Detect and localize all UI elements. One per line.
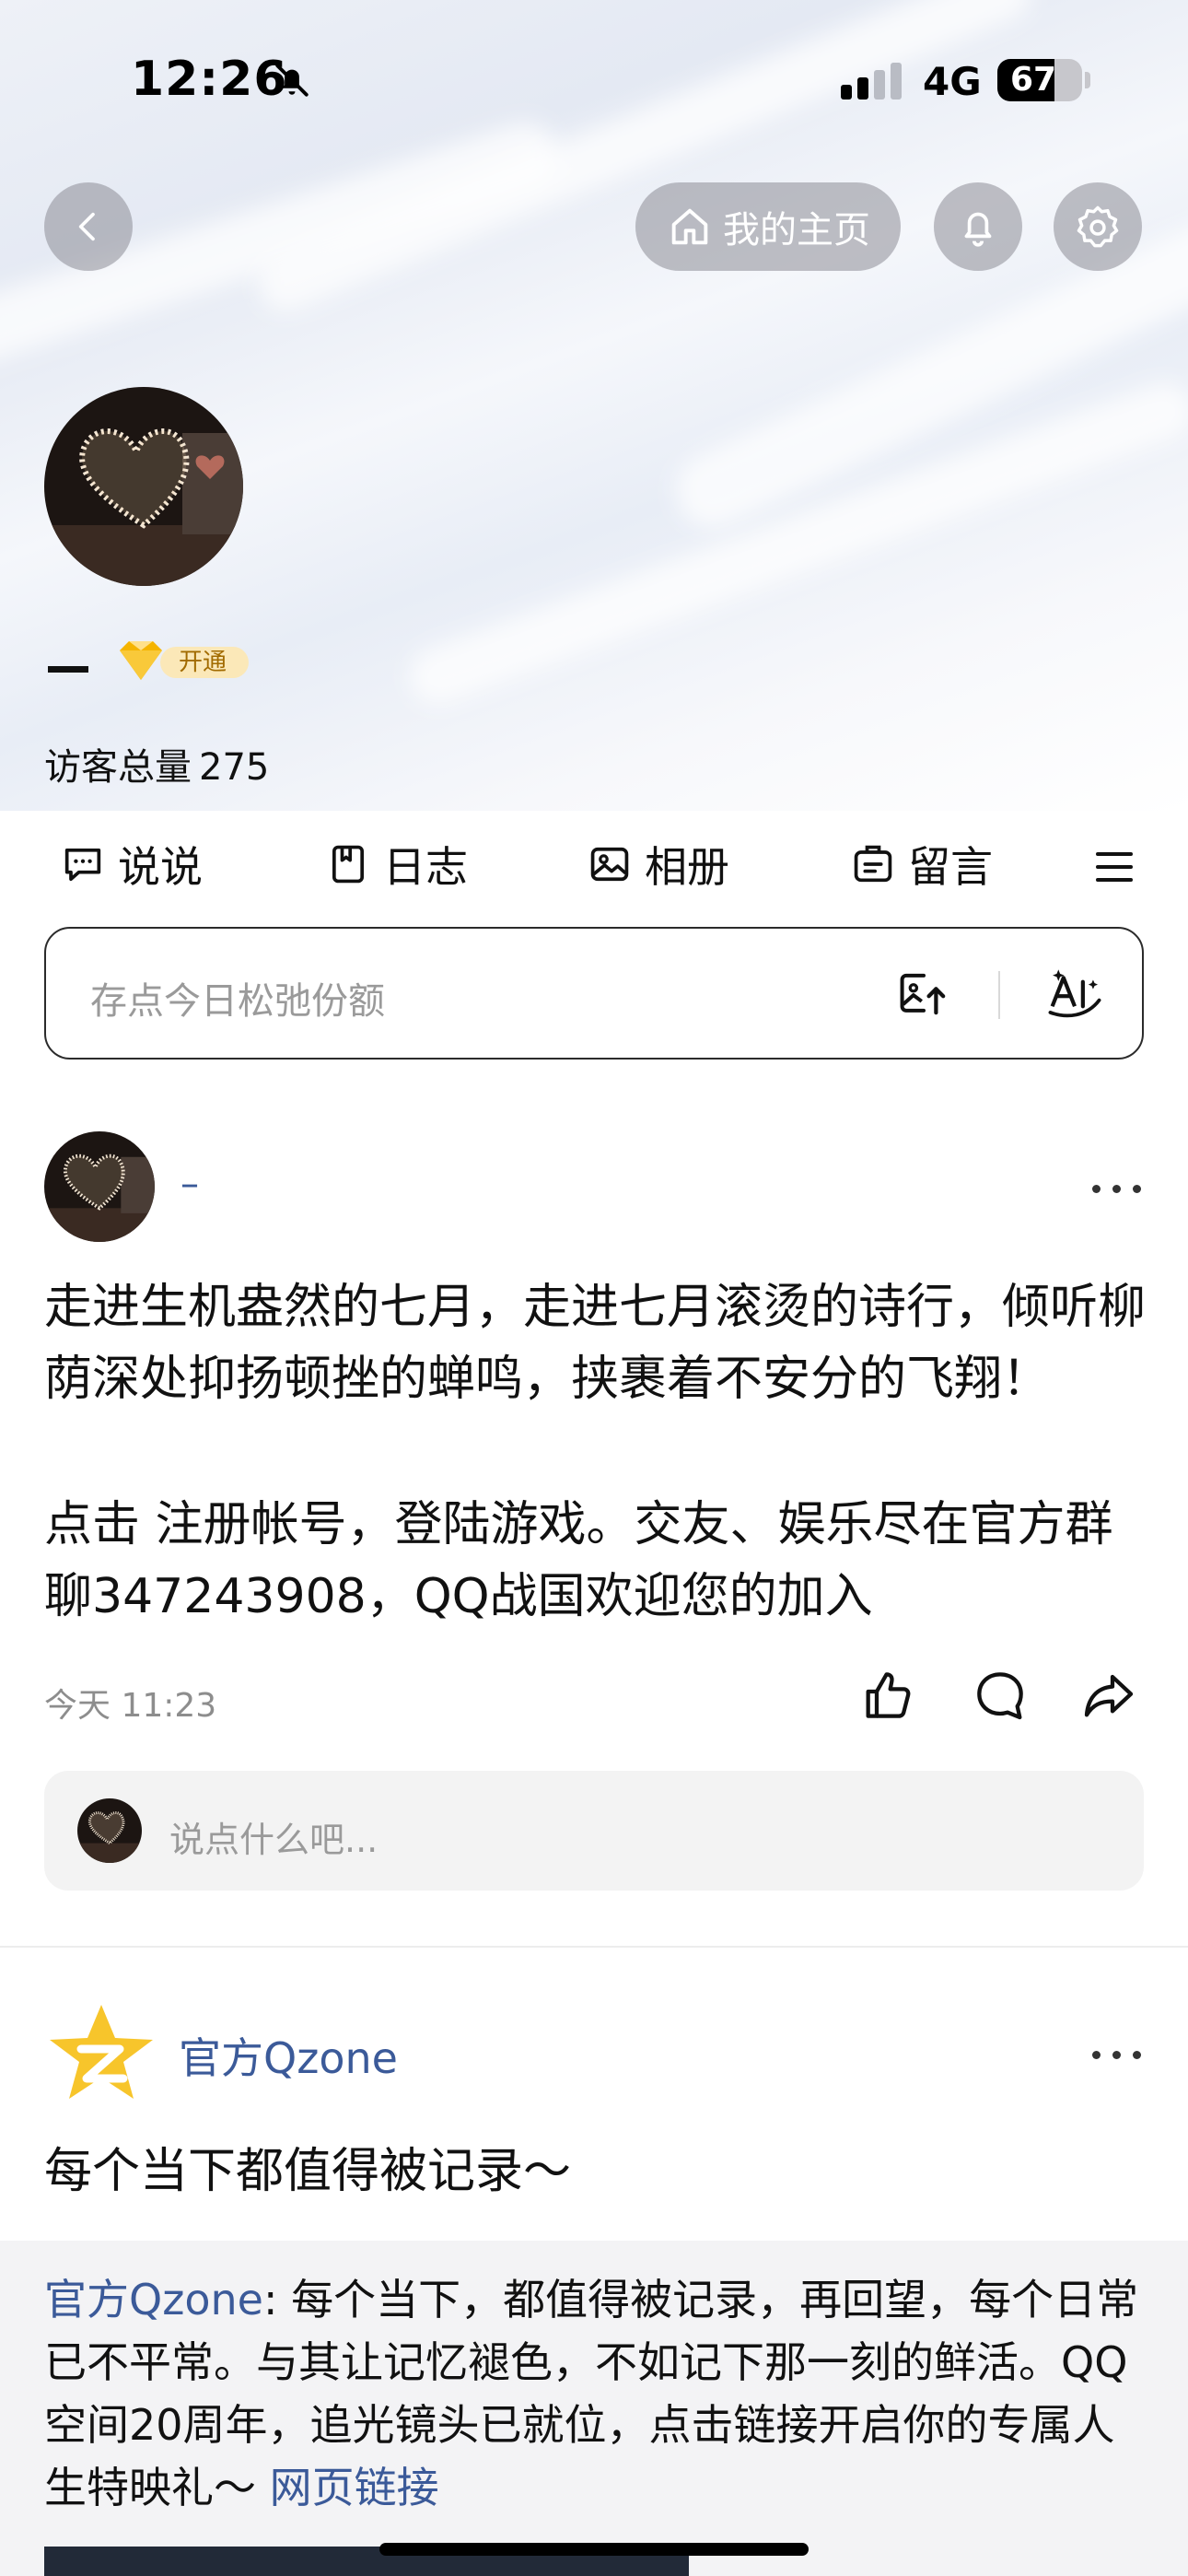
- vip-label: 开通: [179, 649, 227, 676]
- notifications-button[interactable]: [934, 182, 1022, 271]
- gear-icon: [1077, 205, 1119, 248]
- post-body-paragraph: 走进生机盎然的七月，走进七月滚烫的诗行，倾听柳荫深处抑扬顿挫的蝉鸣，挟裹着不安分…: [44, 1280, 1147, 1407]
- visitor-count: 访客总量 275: [44, 737, 269, 790]
- settings-button[interactable]: [1054, 182, 1142, 271]
- status-time: 12:26: [131, 52, 288, 107]
- tab-label: 相册: [645, 842, 729, 892]
- back-button[interactable]: [44, 182, 133, 271]
- post-composer[interactable]: 存点今日松弛份额: [44, 927, 1144, 1060]
- profile-nickname: [48, 666, 88, 673]
- battery-level: 67: [1010, 61, 1057, 99]
- profile-avatar[interactable]: [44, 387, 243, 586]
- visitor-count-value: 275: [199, 746, 270, 789]
- status-bar: 12:26 4G 67: [0, 0, 1188, 157]
- post-author-avatar[interactable]: [44, 1131, 155, 1242]
- tab-blog[interactable]: 日志: [324, 834, 468, 895]
- tab-label: 说说: [118, 842, 203, 892]
- post-title: 每个当下都值得被记录～: [44, 2144, 572, 2199]
- tab-shuoshuo[interactable]: 说说: [59, 834, 203, 895]
- qzone-star-logo[interactable]: [44, 2001, 158, 2102]
- battery-cap: [1085, 72, 1090, 88]
- my-homepage-button[interactable]: 我的主页: [635, 182, 901, 271]
- bookmark-note-icon: [332, 845, 365, 884]
- chevron-left-icon: [78, 212, 95, 241]
- profile-tabs: 说说 日志 相册 留言: [0, 834, 1188, 904]
- tab-label: 留言: [908, 842, 993, 892]
- comment-input[interactable]: 说点什么吧...: [44, 1771, 1144, 1891]
- signal-icon: [841, 63, 902, 100]
- network-type: 4G: [923, 59, 982, 104]
- bell-slash-icon: [275, 64, 309, 97]
- message-board-icon: [854, 845, 892, 883]
- image-upload-icon[interactable]: [897, 969, 950, 1019]
- home-indicator[interactable]: [379, 2543, 809, 2556]
- my-homepage-label: 我的主页: [723, 209, 870, 252]
- forwarded-post-text: 官方Qzone: 每个当下，都值得被记录，再回望，每个日常已不平常。与其让记忆褪…: [44, 2268, 1149, 2519]
- ai-magic-icon[interactable]: [1046, 967, 1103, 1021]
- tab-messages[interactable]: 留言: [849, 834, 993, 895]
- chat-bubble-icon: [64, 848, 101, 882]
- post-body-paragraph: 点击 注册帐号，登陆游戏。交友、娱乐尽在官方群聊347243908，QQ战国欢迎…: [44, 1497, 1113, 1624]
- share-icon[interactable]: [1079, 1666, 1138, 1725]
- comment-icon[interactable]: [971, 1666, 1030, 1725]
- more-icon[interactable]: [1092, 2045, 1142, 2064]
- commenter-avatar: [77, 1798, 142, 1863]
- battery-indicator: 67: [997, 59, 1082, 101]
- home-icon: [671, 208, 708, 245]
- post-author-name[interactable]: 官方Qzone: [179, 2025, 398, 2086]
- forwarded-author-link[interactable]: 官方Qzone: [44, 2275, 263, 2324]
- feed-divider: [0, 1946, 1188, 1948]
- thumbs-up-icon[interactable]: [858, 1666, 917, 1725]
- image-icon: [590, 847, 629, 882]
- composer-divider: [998, 971, 1000, 1019]
- composer-placeholder: 存点今日松弛份额: [90, 980, 385, 1023]
- bell-icon: [964, 212, 992, 247]
- vip-badge[interactable]: 开通: [116, 638, 250, 685]
- tab-album[interactable]: 相册: [586, 834, 729, 895]
- hamburger-menu-icon[interactable]: [1092, 845, 1136, 889]
- more-icon[interactable]: [1092, 1179, 1142, 1198]
- comment-placeholder: 说点什么吧...: [169, 1820, 379, 1860]
- tab-label: 日志: [383, 842, 468, 892]
- post-timestamp: 今天 11:23: [44, 1687, 217, 1725]
- web-link[interactable]: 网页链接: [270, 2463, 439, 2512]
- post-author-name[interactable]: –: [181, 1163, 199, 1205]
- visitor-count-label: 访客总量: [44, 746, 192, 789]
